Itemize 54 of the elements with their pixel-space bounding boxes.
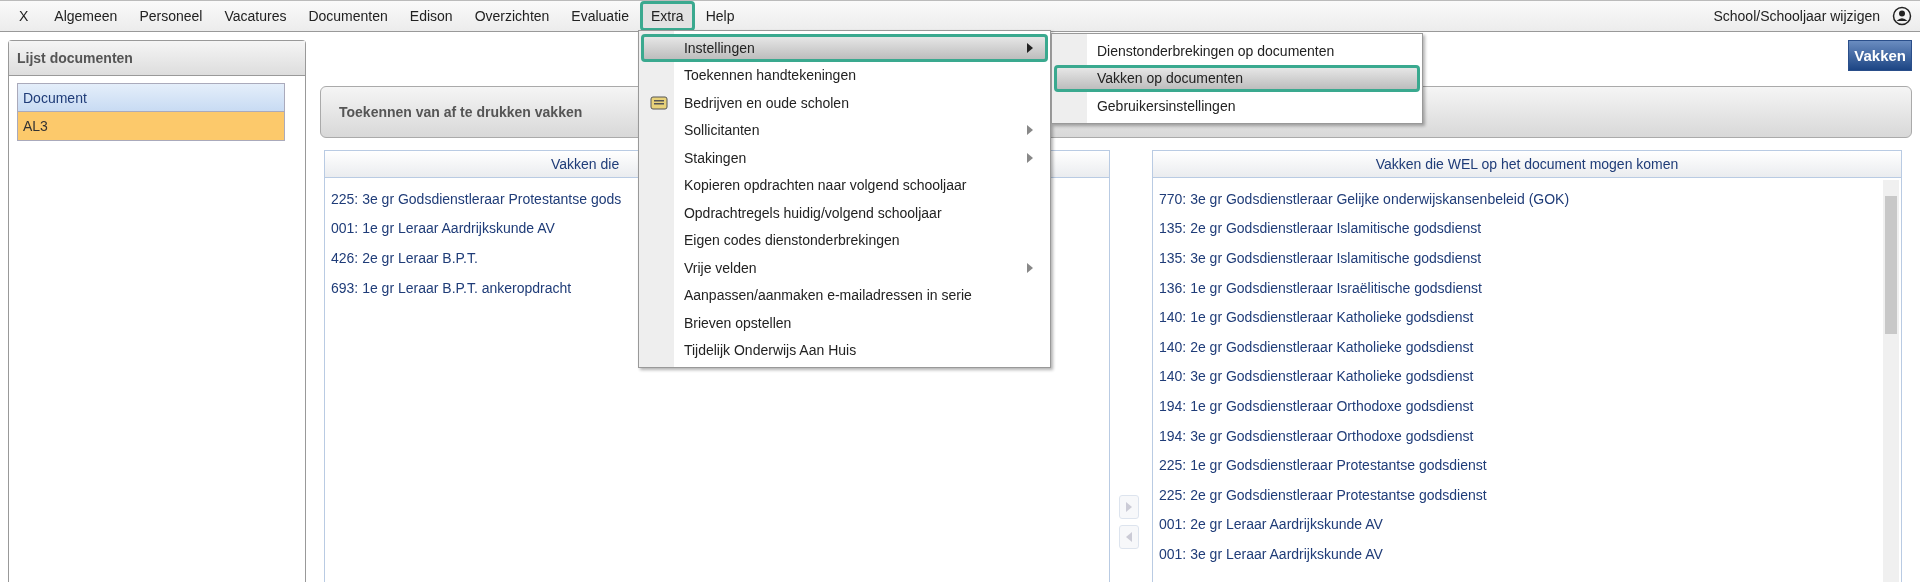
- menu-entry[interactable]: Brieven opstellen: [640, 309, 1048, 337]
- list-item[interactable]: 770: 3e gr Godsdienstleraar Gelijke onderwijskansenbeleid (GOK): [1159, 184, 1570, 214]
- list-item[interactable]: 225: 1e gr Godsdienstleraar Protestantse godsdienst: [1159, 450, 1487, 480]
- menu-entry[interactable]: Vakken op documenten: [1053, 64, 1420, 92]
- menu-item[interactable]: Evaluatie: [560, 1, 640, 31]
- menu-entry[interactable]: Dienstonderbrekingen op documenten: [1053, 37, 1420, 65]
- menu-item[interactable]: Edison: [398, 1, 464, 31]
- caret-icon: [1026, 42, 1033, 53]
- list-item[interactable]: 693: 1e gr Leraar B.P.T. ankeropdracht: [331, 272, 572, 303]
- list-item[interactable]: 225: 3e gr Godsdienstleraar Protestantse gods: [331, 184, 622, 214]
- list-item[interactable]: 001: 3e gr Leraar Aardrijkskunde AV: [1159, 539, 1383, 569]
- menu-item[interactable]: Personeel: [128, 1, 214, 31]
- column-header: Document: [18, 84, 284, 112]
- list-item[interactable]: 426: 2e gr Leraar B.P.T.: [331, 243, 478, 273]
- scroll-thumb[interactable]: [1885, 196, 1897, 334]
- list-item[interactable]: 136: 1e gr Godsdienstleraar Israëlitische godsdienst: [1159, 272, 1482, 303]
- document-row[interactable]: AL3: [18, 112, 284, 140]
- menu-item[interactable]: Help: [694, 1, 746, 31]
- list-item[interactable]: 194: 3e gr Godsdienstleraar Orthodoxe godsdienst: [1159, 420, 1474, 451]
- menu-item[interactable]: Extra: [639, 1, 695, 31]
- list-item[interactable]: 001: 1e gr Leraar Aardrijkskunde AV: [331, 213, 555, 244]
- menu-entry[interactable]: Bedrijven en oude scholen: [640, 89, 1048, 117]
- menu-item[interactable]: Overzichten: [463, 1, 561, 31]
- menu-entry[interactable]: Tijdelijk Onderwijs Aan Huis: [640, 336, 1048, 364]
- scrollbar[interactable]: [1883, 180, 1899, 582]
- menu-entry[interactable]: Toekennen handtekeningen: [640, 61, 1048, 89]
- menu-item[interactable]: Documenten: [297, 1, 399, 31]
- triangle-icon: [1126, 532, 1132, 542]
- list-item[interactable]: 135: 2e gr Godsdienstleraar Islamitische godsdienst: [1159, 213, 1482, 244]
- triangle-icon: [1126, 502, 1132, 512]
- list-item[interactable]: 140: 3e gr Godsdienstleraar Katholieke godsdienst: [1159, 361, 1474, 392]
- menu-item[interactable]: Algemeen: [43, 1, 129, 31]
- menu-entry[interactable]: Aanpassen/aanmaken e-mailadressen in serie: [640, 281, 1048, 309]
- vakken-button[interactable]: Vakken: [1848, 40, 1912, 71]
- menu-entry[interactable]: Opdrachtregels huidig/volgend schooljaar: [640, 199, 1048, 227]
- caret-icon: [1026, 262, 1033, 273]
- menu-entry[interactable]: Instellingen: [640, 34, 1048, 62]
- list-item[interactable]: 140: 1e gr Godsdienstleraar Katholieke godsdienst: [1159, 302, 1474, 332]
- list-item[interactable]: 135: 3e gr Godsdienstleraar Islamitische godsdienst: [1159, 243, 1482, 273]
- menu-item[interactable]: X: [8, 1, 40, 31]
- menu-entry[interactable]: Vrije velden: [640, 254, 1048, 282]
- list-item[interactable]: 001: 2e gr Leraar Aardrijkskunde AV: [1159, 509, 1383, 540]
- menu-entry[interactable]: Eigen codes dienstonderbrekingen: [640, 226, 1048, 254]
- change-school-link[interactable]: School/Schooljaar wijzigen: [1713, 8, 1880, 24]
- caret-icon: [1026, 152, 1033, 163]
- menu-item[interactable]: Vacatures: [213, 1, 298, 31]
- panel-title: Lijst documenten: [9, 41, 305, 76]
- menu-entry[interactable]: Gebruikersinstellingen: [1053, 92, 1420, 120]
- list-item[interactable]: 225: 2e gr Godsdienstleraar Protestantse godsdienst: [1159, 479, 1487, 510]
- card-icon: [649, 94, 668, 111]
- user-icon[interactable]: [1892, 6, 1912, 26]
- list-item[interactable]: 140: 2e gr Godsdienstleraar Katholieke godsdienst: [1159, 331, 1474, 362]
- caret-icon: [1026, 125, 1033, 136]
- list-item[interactable]: 194: 1e gr Godsdienstleraar Orthodoxe godsdienst: [1159, 391, 1474, 421]
